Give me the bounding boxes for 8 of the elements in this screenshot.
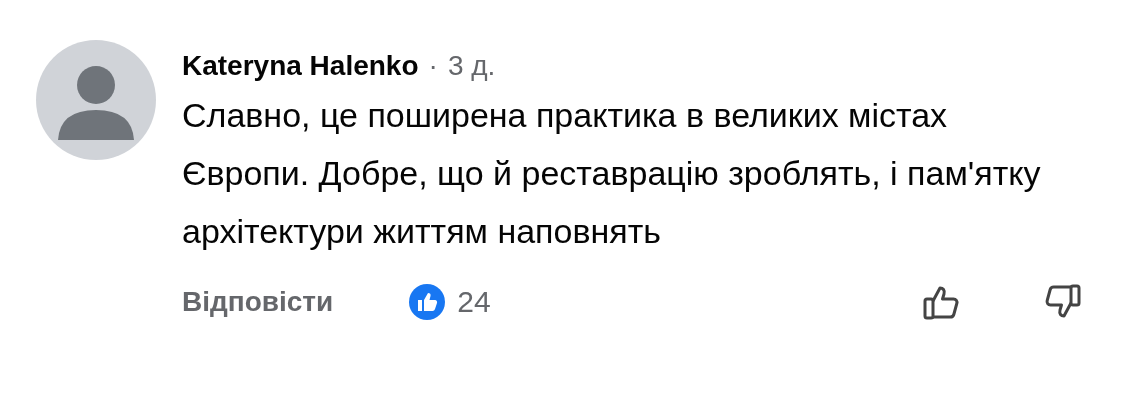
separator: ·: [428, 50, 438, 82]
author-name[interactable]: Kateryna Halenko: [182, 50, 419, 82]
avatar[interactable]: [36, 40, 156, 160]
reply-link[interactable]: Відповісти: [182, 286, 334, 318]
like-reaction-icon: [409, 284, 446, 320]
timestamp[interactable]: 3 д.: [447, 50, 496, 82]
comment-text: Славно, це поширена практика в великих містах Європи. Добре, що й реставрацію зроблять, і пам'ятку архітектури життям наповнять: [182, 95, 1042, 252]
reaction-count: 24: [457, 285, 491, 319]
